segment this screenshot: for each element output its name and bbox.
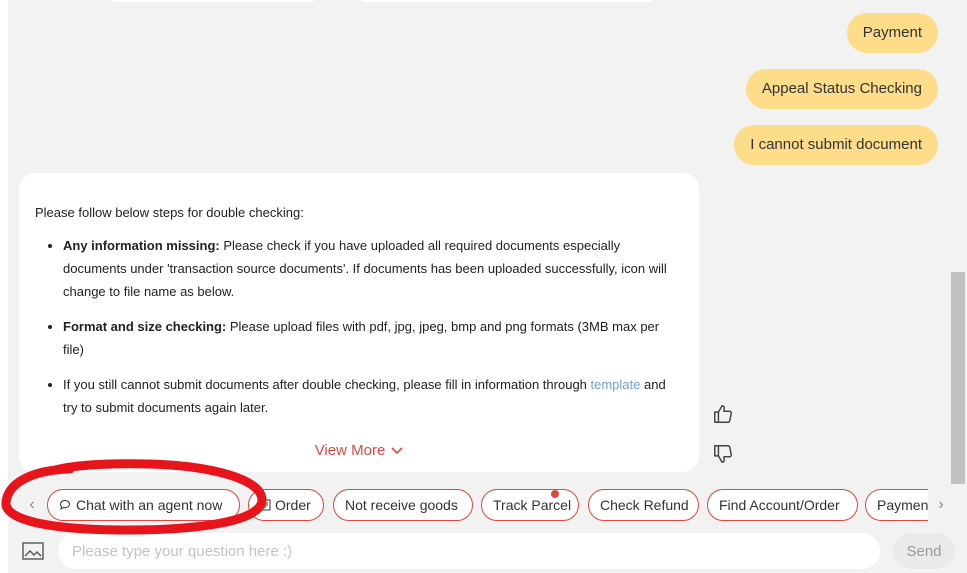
quick-reply-payment[interactable]: Paymen xyxy=(865,489,928,521)
input-bar: Send xyxy=(0,530,967,573)
quick-reply-find-account-order[interactable]: Find Account/Order xyxy=(707,489,858,521)
bot-message-card: Please follow below steps for double che… xyxy=(19,173,699,472)
view-more-button[interactable]: View More xyxy=(19,439,699,462)
user-message: I cannot submit document xyxy=(734,125,938,165)
quick-reply-check-refund[interactable]: Check Refund xyxy=(588,489,699,521)
chip-label: Paymen xyxy=(877,497,928,513)
image-upload-icon[interactable] xyxy=(22,541,44,561)
thumbs-down-icon xyxy=(712,443,734,470)
chip-label: Order xyxy=(275,497,311,513)
previous-message-edge xyxy=(358,0,656,2)
list-item: Format and size checking: Please upload … xyxy=(63,315,683,361)
bot-message-list: Any information missing: Please check if… xyxy=(35,234,683,419)
quick-reply-track-parcel[interactable]: Track Parcel xyxy=(481,489,579,521)
bot-message-intro: Please follow below steps for double che… xyxy=(35,205,304,220)
list-item: If you still cannot submit documents aft… xyxy=(63,373,683,419)
quick-reply-bar: ‹ Chat with an agent now Order Not recei… xyxy=(20,487,955,523)
chip-label: Not receive goods xyxy=(345,497,458,513)
quick-reply-order[interactable]: Order xyxy=(248,489,324,521)
previous-message-edge xyxy=(108,0,318,2)
quick-reply-not-receive-goods[interactable]: Not receive goods xyxy=(333,489,473,521)
chevron-left-icon[interactable]: ‹ xyxy=(24,495,40,515)
view-more-label: View More xyxy=(314,442,386,459)
user-message: Appeal Status Checking xyxy=(745,69,938,109)
item-heading: Format and size checking: xyxy=(63,319,227,334)
thumbs-up-icon xyxy=(712,403,734,430)
item-text: If you still cannot submit documents aft… xyxy=(63,377,591,392)
template-link[interactable]: template xyxy=(591,377,641,392)
item-heading: Any information missing: xyxy=(63,238,220,253)
user-message: Payment xyxy=(846,13,938,53)
left-edge xyxy=(0,0,8,573)
notification-dot xyxy=(551,490,559,498)
chip-label: Check Refund xyxy=(600,497,689,513)
scrollbar-thumb[interactable] xyxy=(951,272,965,484)
chip-label: Find Account/Order xyxy=(719,497,840,513)
chat-bubble-icon xyxy=(59,499,71,511)
chevron-down-icon xyxy=(391,439,403,462)
list-item: Any information missing: Please check if… xyxy=(63,234,683,303)
order-icon xyxy=(260,499,271,511)
question-input[interactable] xyxy=(58,533,880,569)
thumbs-down-button[interactable] xyxy=(708,441,738,471)
chip-label: Chat with an agent now xyxy=(76,497,223,513)
quick-reply-chat-agent[interactable]: Chat with an agent now xyxy=(47,489,240,521)
chevron-right-icon[interactable]: › xyxy=(933,495,949,515)
send-button[interactable]: Send xyxy=(893,533,955,569)
thumbs-up-button[interactable] xyxy=(708,401,738,431)
chip-label: Track Parcel xyxy=(493,497,572,513)
